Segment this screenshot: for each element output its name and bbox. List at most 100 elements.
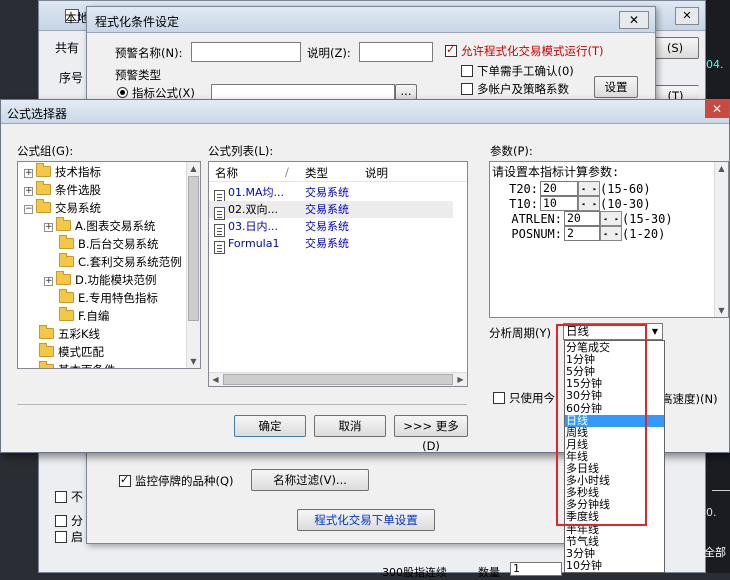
- list-row[interactable]: Formula1 交易系统: [209, 235, 453, 254]
- period-option[interactable]: 月线: [565, 438, 664, 451]
- param-range: (15-60): [600, 182, 651, 196]
- more-button[interactable]: >>> 更多(D): [394, 415, 468, 453]
- allow-auto-checkbox[interactable]: 允许程式化交易模式运行(T): [445, 43, 604, 59]
- param-value-input[interactable]: 20: [540, 181, 578, 196]
- tree-item[interactable]: 基本面条件: [24, 361, 116, 368]
- list-hscrollbar[interactable]: ◀ ▶: [209, 372, 467, 386]
- scroll-up-icon[interactable]: ▲: [187, 162, 200, 175]
- tree-item[interactable]: + A.图表交易系统: [44, 217, 155, 235]
- expand-icon[interactable]: +: [24, 169, 33, 178]
- manual-confirm-checkbox[interactable]: 下单需手工确认(0): [461, 63, 574, 79]
- browse-button[interactable]: ...: [395, 84, 417, 100]
- only-today-checkbox[interactable]: 只使用今: [493, 390, 555, 406]
- tree-item[interactable]: E.专用特色指标: [44, 289, 158, 307]
- period-option[interactable]: 30分钟: [565, 390, 664, 402]
- scroll-down-icon[interactable]: ▼: [715, 304, 728, 317]
- col-desc[interactable]: 说明: [365, 165, 388, 181]
- name-filter-button[interactable]: 名称过滤(V)...: [251, 469, 369, 491]
- spin-arrows-icon[interactable]: [600, 211, 622, 226]
- tree-item-label: 条件选股: [55, 183, 101, 197]
- period-option[interactable]: 60分钟: [565, 402, 664, 415]
- close-icon[interactable]: ✕: [619, 11, 649, 29]
- formula-group-tree[interactable]: ▲ ▼ + 技术指标 + 条件选股 − 交易系统 + A.图表交易系统 B.后台交易系统 C.套利…: [17, 161, 201, 369]
- param-value-input[interactable]: 10: [540, 196, 578, 211]
- expand-icon[interactable]: +: [24, 187, 33, 196]
- period-option[interactable]: 日线: [565, 414, 664, 427]
- tree-vscrollbar[interactable]: ▲ ▼: [186, 162, 200, 368]
- col-name[interactable]: 名称: [215, 165, 238, 181]
- label-gongyou: 共有: [55, 41, 80, 55]
- multi-account-checkbox[interactable]: 多帐户及策略系数: [461, 81, 569, 97]
- desc-input[interactable]: [359, 42, 433, 62]
- formula-list[interactable]: 名称 / 类型 说明 ◀ ▶ 01.MA均... 交易系统 02.双向... 交易系统…: [208, 161, 468, 387]
- period-option[interactable]: 季度线: [565, 511, 664, 523]
- alert-type-label: 预警类型: [115, 68, 161, 82]
- expand-icon[interactable]: +: [44, 277, 53, 286]
- checkbox-qi[interactable]: 启: [55, 528, 83, 545]
- btn-s[interactable]: (S): [651, 37, 699, 59]
- checkbox-bu[interactable]: 不: [55, 488, 83, 505]
- tree-item[interactable]: F.自编: [44, 307, 109, 325]
- folder-icon: [36, 163, 51, 177]
- indicator-formula-input[interactable]: [211, 84, 395, 100]
- monitor-suspended-label: 监控停牌的品种(Q): [135, 474, 234, 488]
- tree-item[interactable]: + D.功能模块范例: [44, 271, 157, 289]
- alert-name-input[interactable]: [191, 42, 301, 62]
- spin-arrows-icon[interactable]: [600, 226, 622, 241]
- chevron-down-icon[interactable]: ▼: [648, 324, 662, 339]
- tree-item-label: 技术指标: [55, 165, 101, 179]
- tree-item[interactable]: + 技术指标: [24, 163, 101, 181]
- spin-arrows-icon[interactable]: [578, 181, 600, 196]
- list-scroll-thumb[interactable]: [223, 374, 453, 385]
- formula-name: 02.双向...: [228, 203, 278, 216]
- checkbox-fen[interactable]: 分: [55, 512, 83, 529]
- tree-item[interactable]: − 交易系统: [24, 199, 101, 217]
- scroll-right-icon[interactable]: ▶: [454, 373, 467, 386]
- param-value-input[interactable]: 2: [564, 226, 600, 241]
- param-range: (1-20): [622, 227, 666, 241]
- param-row: T20:20 (15-60): [492, 181, 651, 197]
- list-row[interactable]: 01.MA均... 交易系统: [209, 184, 453, 203]
- param-row: POSNUM:2 (1-20): [492, 226, 665, 242]
- params-vscrollbar[interactable]: ▲ ▼: [714, 162, 728, 317]
- auto-order-settings-button[interactable]: 程式化交易下单设置: [297, 509, 435, 531]
- tree-item[interactable]: 模式匹配: [24, 343, 104, 361]
- scroll-left-icon[interactable]: ◀: [209, 373, 222, 386]
- monitor-suspended-checkbox[interactable]: 监控停牌的品种(Q): [119, 473, 234, 489]
- tree-item[interactable]: C.套利交易系统范例: [44, 253, 182, 271]
- tree-item[interactable]: 五彩K线: [24, 325, 100, 343]
- period-option[interactable]: 半年线: [565, 523, 664, 536]
- col-type[interactable]: 类型: [305, 165, 328, 181]
- period-options-list[interactable]: 分笔成交 1分钟 5分钟 15分钟 30分钟 60分钟 日线 周线 月线 年线 多日线 多小时线 多秒线…: [564, 340, 665, 573]
- tree-item[interactable]: + 条件选股: [24, 181, 101, 199]
- param-value-input[interactable]: 20: [564, 211, 600, 226]
- period-option[interactable]: 周线: [565, 426, 664, 439]
- scroll-down-icon[interactable]: ▼: [187, 355, 200, 368]
- scroll-up-icon[interactable]: ▲: [715, 162, 728, 175]
- col-sort-indicator: /: [285, 165, 289, 179]
- list-row[interactable]: 03.日内... 交易系统: [209, 218, 453, 237]
- formula-type: 交易系统: [305, 203, 349, 216]
- spin-arrows-icon[interactable]: [578, 196, 600, 211]
- label-xuhao: 序号: [59, 71, 84, 85]
- formula-selector-titlebar: 公式选择器 ✕: [1, 100, 729, 124]
- formula-list-label: 公式列表(L):: [208, 144, 274, 158]
- settings-button[interactable]: 设置: [594, 76, 638, 98]
- tree-item[interactable]: B.后台交易系统: [44, 235, 159, 253]
- confirm-button[interactable]: 确定: [234, 415, 306, 437]
- close-icon[interactable]: ✕: [675, 7, 699, 25]
- close-icon[interactable]: ✕: [705, 100, 729, 118]
- tree-scroll-thumb[interactable]: [188, 176, 199, 321]
- period-dropdown[interactable]: 日线 ▼: [563, 323, 663, 340]
- cancel-button[interactable]: 取消: [314, 415, 386, 437]
- expand-icon[interactable]: +: [44, 223, 53, 232]
- bottom-qty-input[interactable]: 1: [510, 562, 562, 576]
- list-row[interactable]: 02.双向... 交易系统: [209, 201, 453, 220]
- tree-item-label: D.功能模块范例: [75, 273, 157, 287]
- collapse-icon[interactable]: −: [24, 205, 33, 214]
- multi-account-label: 多帐户及策略系数: [477, 82, 569, 96]
- right-price-2: 0.: [706, 506, 717, 519]
- formula-type: 交易系统: [305, 220, 349, 233]
- folder-icon: [59, 289, 74, 303]
- param-row: T10:10 (10-30): [492, 196, 651, 212]
